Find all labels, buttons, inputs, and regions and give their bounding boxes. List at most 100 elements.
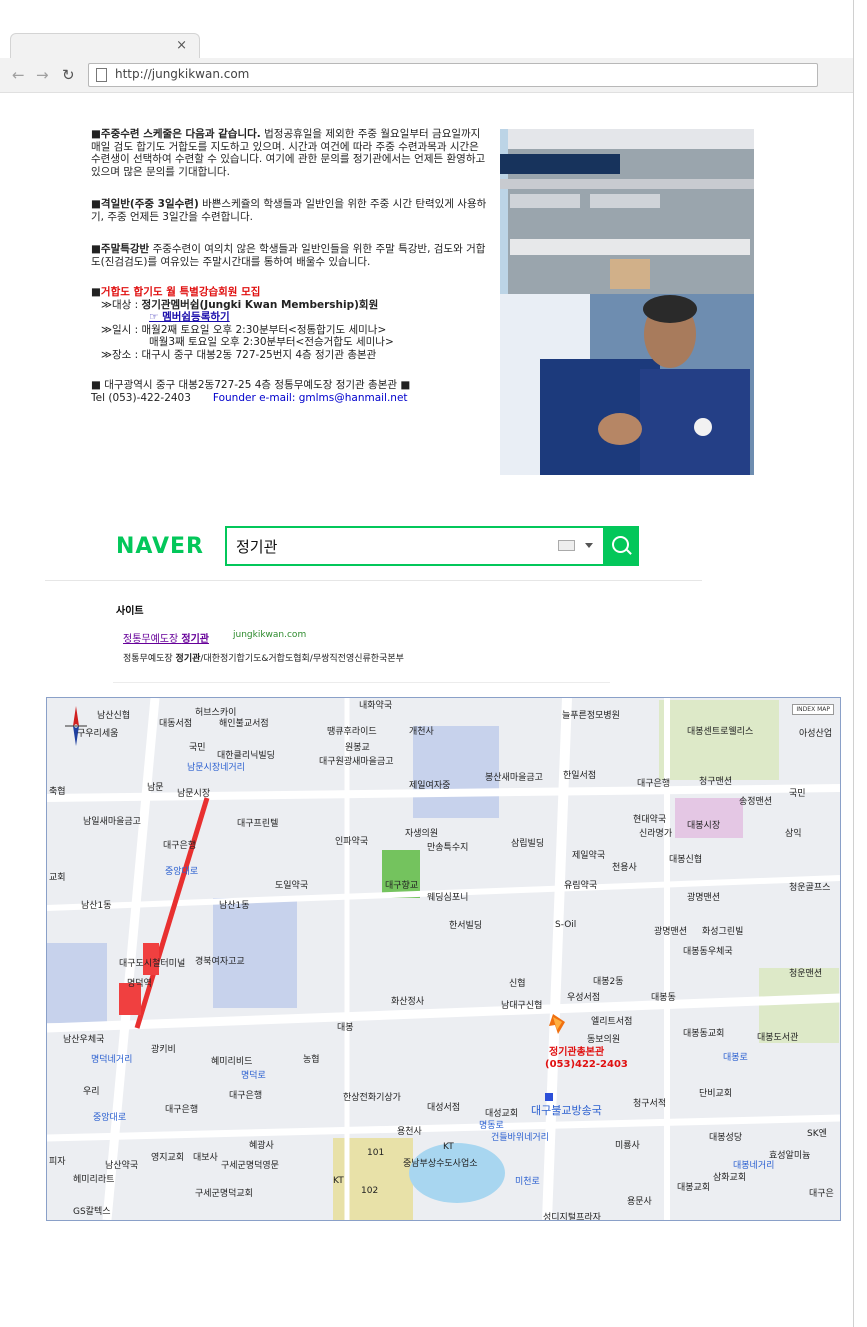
map-place-label: 건들바위네거리 (491, 1133, 549, 1143)
map-place-label: 대구향교 (385, 881, 419, 891)
map-place-label: 헤미리라트 (73, 1175, 115, 1185)
map-place-label: 대봉2동 (593, 977, 624, 987)
map-place-label: 중앙대로 (93, 1113, 127, 1123)
map-place-label: 청운골프스 (789, 883, 831, 893)
map-place-label: S-Oil (555, 920, 577, 930)
map-place-label: 청구맨션 (699, 777, 733, 787)
map-place-label: 혜미리비드 (211, 1057, 253, 1067)
map-place-label: 효성알미늄 (769, 1151, 811, 1161)
map-place-label: 광키비 (151, 1045, 176, 1055)
map-place-label: 한상전화기상가 (343, 1093, 401, 1103)
special-bullet: ■ (91, 286, 101, 298)
map-place-label: 웨딩심포니 (427, 893, 469, 903)
map-place-label: 남산약국 (105, 1161, 139, 1171)
result-desc-bold: 정기관 (175, 654, 201, 664)
map-place-label: 대구프린텔 (237, 819, 279, 829)
result-title-bold: 정기관 (181, 634, 209, 645)
map-place-label: 교회 (49, 873, 66, 883)
result-desc-pre: 정통무예도장 (123, 654, 176, 664)
browser-window: × ← → ↻ ■주중수련 스케줄은 다음과 같습니다. 법정공휴일을 제외한 … (0, 0, 854, 1327)
map-place-label: 구세군명덕영문 (221, 1161, 279, 1171)
map-place-label: 한서빌딩 (449, 921, 483, 931)
title-bar: × (0, 0, 853, 60)
map-place-label: 청운맨션 (789, 969, 823, 979)
reload-icon[interactable]: ↻ (62, 66, 75, 84)
map-place-label: 내화약국 (359, 701, 393, 711)
naver-search-box[interactable]: 정기관 (225, 526, 605, 566)
map-place-label: 도일약국 (275, 881, 309, 891)
map-place-label: 봉산새마을금고 (485, 773, 543, 783)
map-place-label: 신협 (509, 979, 526, 989)
map-place-label: 대구은행 (229, 1091, 263, 1101)
result-desc-post: /대한정기합기도&거합도협회/무쌍직전영신류한국본부 (200, 654, 404, 664)
map-place-label: 삼화교회 (713, 1173, 747, 1183)
map-place-label: 화산정사 (391, 997, 425, 1007)
map-place-label: 청구서적 (633, 1099, 667, 1109)
map-place-label: 대봉동우체국 (683, 947, 733, 957)
map-place-label: 땡큐후라이드 (327, 727, 377, 737)
map-place-label: KT (333, 1176, 344, 1186)
location-map[interactable]: INDEX MAP 남산신협 대동서점 해인불교서점 허브스카이 내화약국 땡큐후라이드 개… (46, 697, 841, 1221)
map-place-label: 한일서점 (563, 771, 597, 781)
search-button[interactable] (603, 526, 639, 566)
founder-email[interactable]: Founder e-mail: gmlms@hanmail.net (213, 392, 408, 404)
result-url[interactable]: jungkikwan.com (233, 630, 306, 640)
map-place-label: GS칼텍스 (73, 1207, 111, 1217)
place-line: ≫장소 : 대구시 중구 대봉2동 727-25번지 4층 정기관 총본관 (101, 348, 377, 361)
map-place-label: 용문사 (627, 1197, 652, 1207)
tab-close-icon[interactable]: × (176, 38, 187, 53)
map-place-label: 송정맨션 (739, 797, 773, 807)
map-place-label: 대봉교회 (677, 1183, 711, 1193)
date-line-2: 매월3째 토요일 오후 2:30분부터<전승거합도 세미나> (149, 336, 394, 348)
naver-logo[interactable]: NAVER (116, 534, 204, 559)
map-place-label: 대구원광새마을금고 (319, 757, 394, 767)
map-place-label: 대구은 (809, 1189, 834, 1199)
station-label: 대구불교방송국 (531, 1104, 602, 1117)
address-line: ■ 대구광역시 중구 대봉2동727-25 4층 정통무예도장 정기관 총본관 … (91, 379, 411, 391)
map-place-label: 제일약국 (572, 851, 606, 861)
search-query[interactable]: 정기관 (236, 536, 277, 557)
back-arrow-icon[interactable]: ← (12, 66, 25, 84)
map-place-label: 대봉동교회 (683, 1029, 725, 1039)
alternate-day-schedule: ■격일반(주중 3일수련) 바쁜스케쥴의 학생들과 일반인을 위한 주중 시간 … (91, 198, 491, 223)
map-place-label: 남산1동 (219, 901, 250, 911)
map-place-label: 축협 (49, 787, 66, 797)
map-place-label: 경북여자고교 (195, 957, 245, 967)
url-input[interactable] (113, 66, 797, 82)
index-map-button[interactable]: INDEX MAP (792, 704, 834, 715)
map-place-label: 아성산업 (799, 729, 833, 739)
map-place-label: 101 (367, 1148, 385, 1158)
map-place-label: 남산1동 (81, 901, 112, 911)
dojo-photo (500, 129, 754, 475)
chevron-down-icon[interactable] (585, 543, 593, 548)
forward-arrow-icon[interactable]: → (36, 66, 49, 84)
target-line: ≫대상 : 정기관멤버쉽(Jungki Kwan Membership)회원 (91, 299, 491, 312)
result-title-pre: 정통무예도장 (123, 634, 182, 645)
map-place-label: 남대구신협 (501, 1001, 543, 1011)
location-pin-icon[interactable] (549, 1014, 567, 1034)
date-line-1: ≫일시 : 매월2째 토요일 오후 2:30분부터<정통합기도 세미나> (101, 323, 387, 336)
map-place-label: 유림약국 (564, 881, 598, 891)
map-place-label: 영지교회 (151, 1153, 185, 1163)
browser-tab[interactable]: × (10, 33, 200, 60)
membership-signup-link[interactable]: ☞ 멤버쉽등록하기 (149, 311, 230, 323)
map-place-label: 농협 (303, 1055, 320, 1065)
map-place-label: 명덕네거리 (91, 1055, 133, 1065)
map-place-label: 삼립빌딩 (511, 839, 545, 849)
map-place-label: 국민 (789, 789, 806, 799)
weekday-schedule: ■주중수련 스케줄은 다음과 같습니다. 법정공휴일을 제외한 주중 월요일부터… (91, 128, 491, 178)
map-place-label: 남문시장 (177, 789, 211, 799)
weekend-heading: ■주말특강반 (91, 243, 150, 255)
keyboard-icon[interactable] (558, 540, 575, 551)
map-place-label: 광명맨션 (687, 893, 721, 903)
map-place-label: 우리 (83, 1087, 100, 1097)
map-place-label: 우성서점 (567, 993, 601, 1003)
result-title-link[interactable]: 정통무예도장 정기관 (123, 630, 209, 645)
tel-text: Tel (053)-422-2403 (91, 391, 191, 404)
map-place-label: KT (443, 1142, 454, 1152)
special-title-line: ■거합도 합기도 월 특별강습회원 모집 (91, 286, 491, 299)
page-icon (96, 68, 107, 82)
map-place-label: 대봉 (337, 1023, 354, 1033)
address-bar[interactable] (88, 63, 818, 87)
divider (45, 580, 702, 581)
